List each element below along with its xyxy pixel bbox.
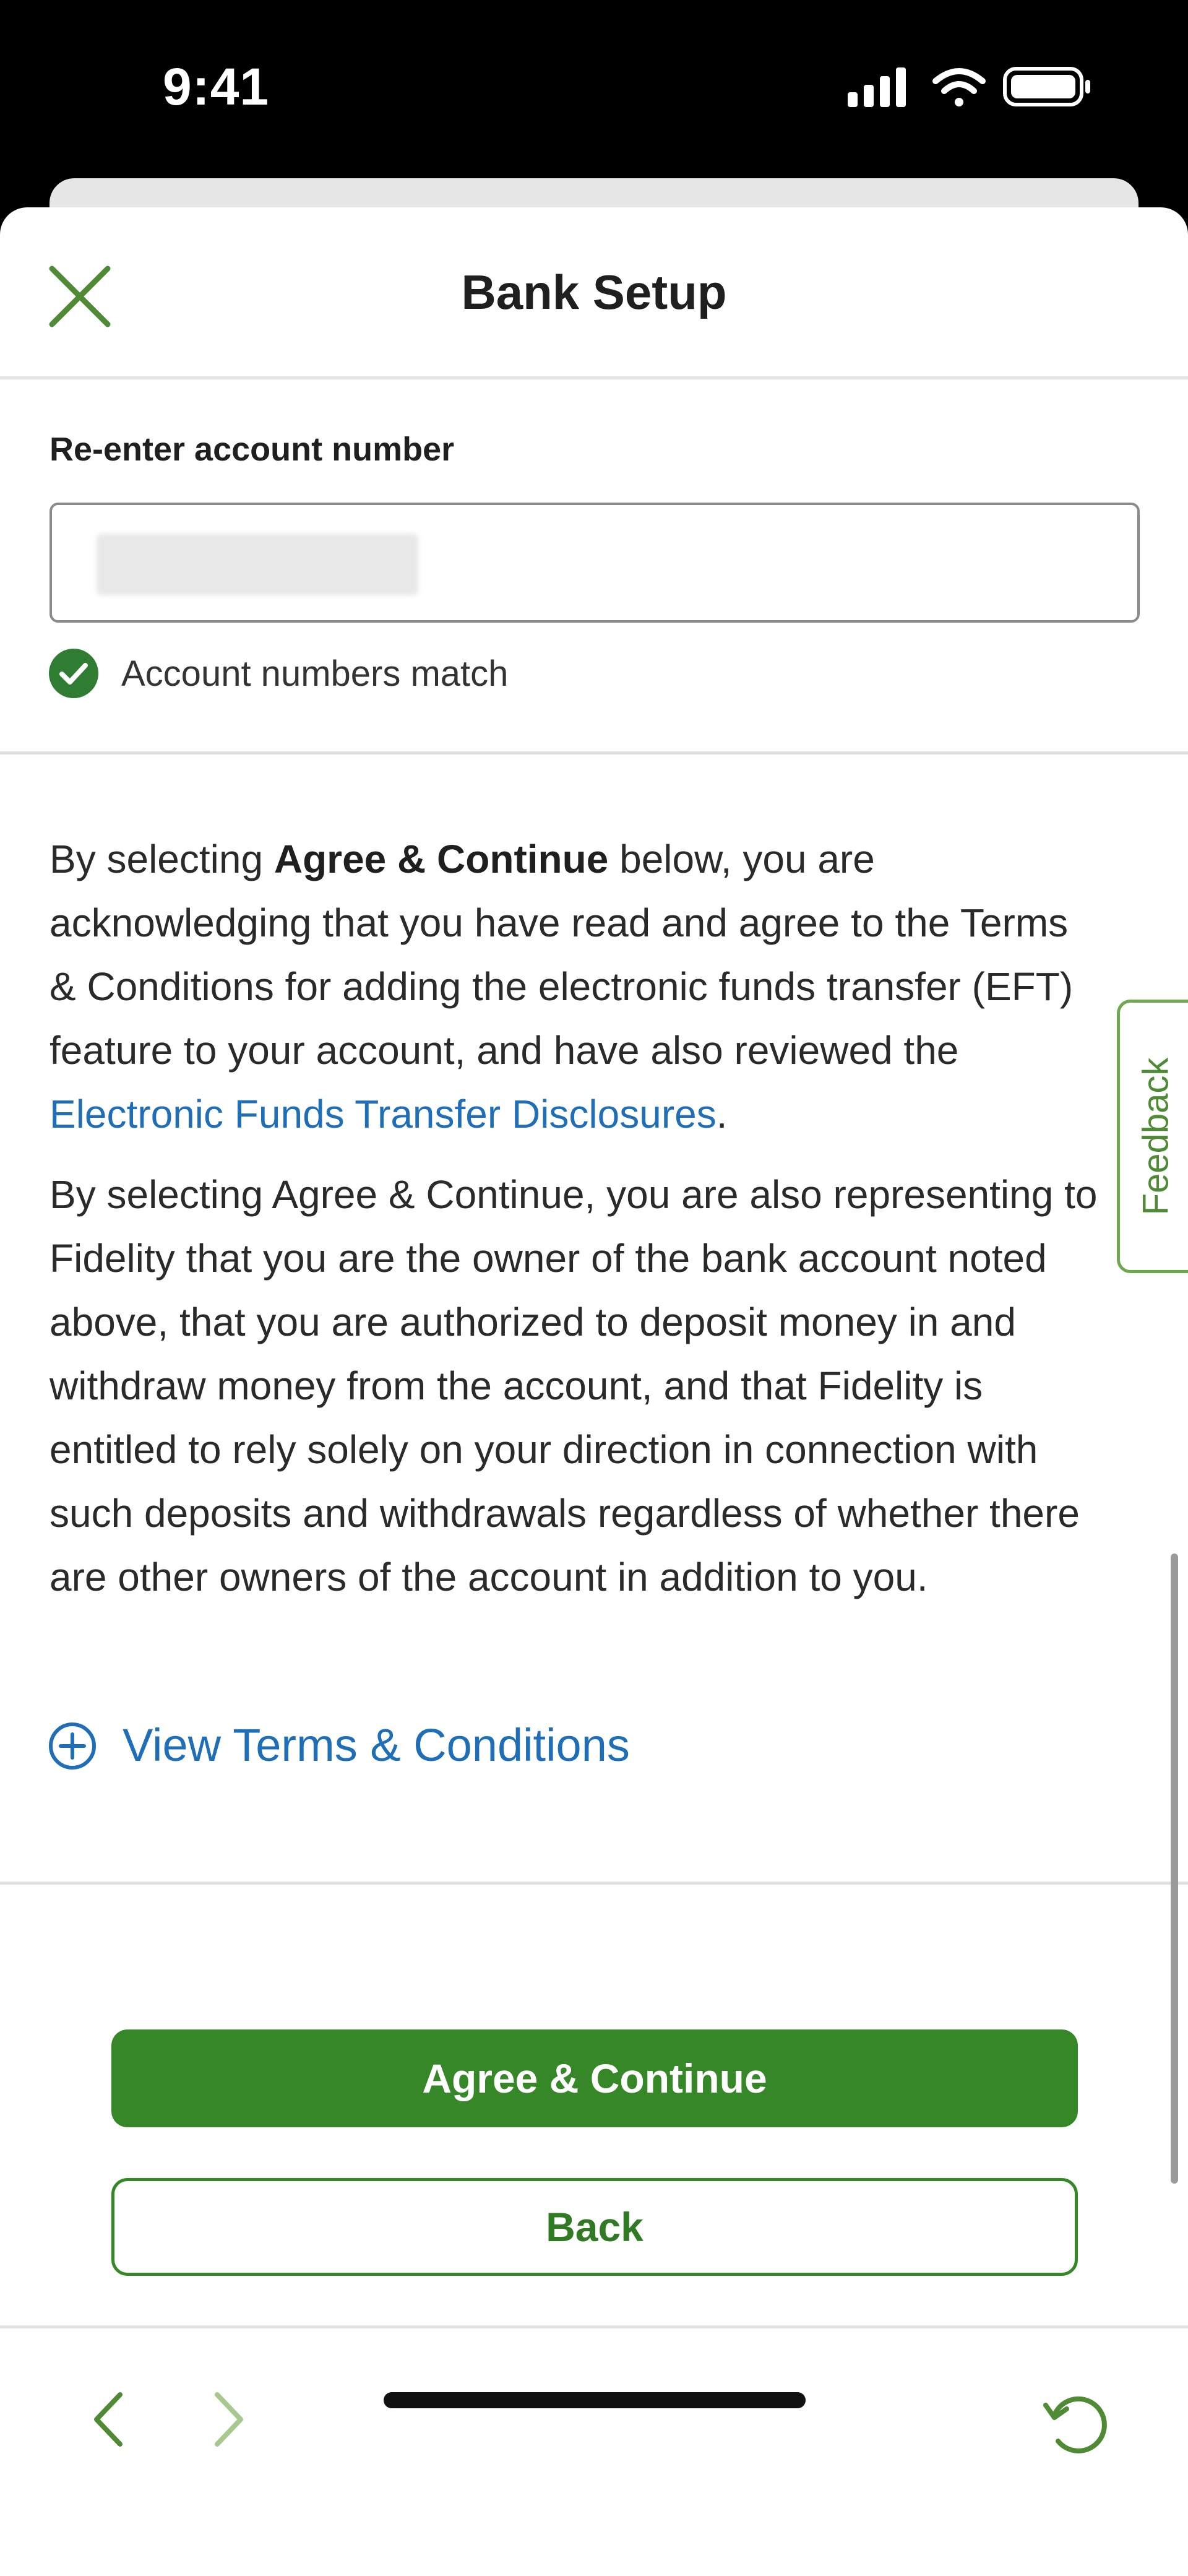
section-divider: [0, 751, 1188, 754]
status-icons: [848, 65, 1095, 108]
back-button[interactable]: Back: [111, 2178, 1078, 2276]
reenter-account-label: Re-enter account number: [50, 431, 455, 468]
plus-circle-icon: [49, 1722, 96, 1770]
feedback-label: Feedback: [1135, 1057, 1176, 1216]
status-icons-graphic: [848, 67, 1090, 107]
sheet-header: Bank Setup: [0, 207, 1188, 379]
disclosure-bold-text: Agree & Continue: [273, 837, 609, 881]
reenter-account-input[interactable]: [50, 503, 1140, 623]
page-title: Bank Setup: [461, 265, 727, 319]
status-time: 9:41: [163, 58, 270, 116]
disclosure-paragraph-1: By selecting Agree & Continue below, you…: [50, 828, 1101, 1146]
bank-setup-sheet: Bank Setup Re-enter account number Accou…: [0, 207, 1188, 2576]
agree-continue-button[interactable]: Agree & Continue: [111, 2029, 1078, 2127]
disclosure-paragraph-2: By selecting Agree & Continue, you are a…: [50, 1172, 1098, 1599]
account-match-message: Account numbers match: [121, 654, 509, 694]
battery-icon: [1003, 67, 1090, 106]
chevron-left-icon[interactable]: [87, 2387, 130, 2452]
phone-screen: 9:41 Bank Setup Re-enter account number …: [0, 0, 1188, 2576]
signal-icon: [848, 67, 906, 107]
wifi-icon: [932, 68, 986, 106]
feedback-tab[interactable]: Feedback: [1117, 1000, 1188, 1273]
disclosure-text: .: [716, 1092, 728, 1136]
refresh-icon[interactable]: [1040, 2384, 1116, 2461]
chevron-right-icon[interactable]: [207, 2387, 251, 2452]
masked-account-value: [97, 534, 418, 595]
browser-toolbar: [0, 2325, 1188, 2576]
eft-disclosures-link[interactable]: Electronic Funds Transfer Disclosures: [50, 1092, 717, 1136]
scrollbar[interactable]: [1171, 1554, 1178, 2184]
section-divider: [0, 1882, 1188, 1885]
home-indicator: [384, 2392, 806, 2408]
check-circle-icon: [49, 649, 98, 698]
disclosure-text: By selecting: [50, 837, 274, 881]
view-terms-label: View Terms & Conditions: [123, 1719, 630, 1771]
